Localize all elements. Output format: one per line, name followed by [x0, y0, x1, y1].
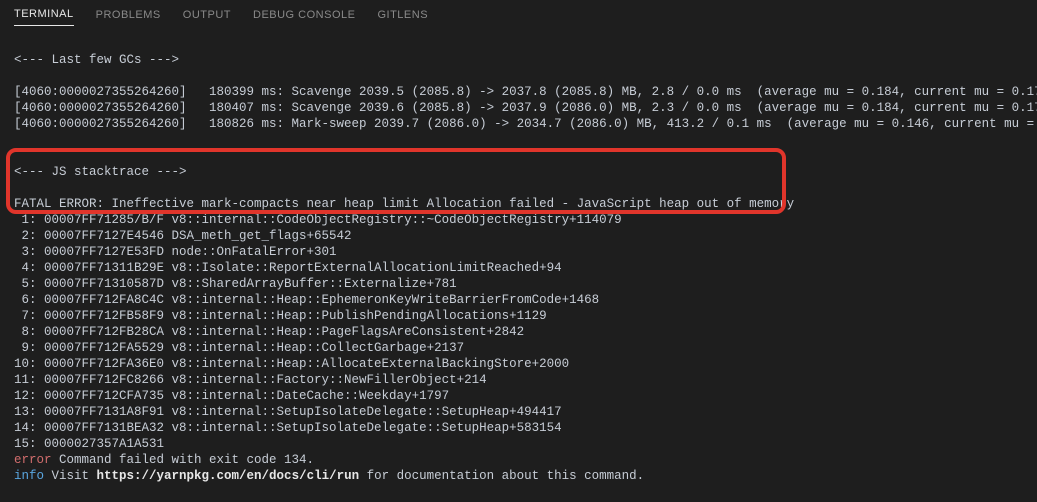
- gc-header: <--- Last few GCs --->: [14, 53, 179, 67]
- gc-line: [4060:0000027355264260] 180399 ms: Scave…: [14, 85, 1037, 99]
- error-label: error: [14, 453, 52, 467]
- gc-line: [4060:0000027355264260] 180407 ms: Scave…: [14, 101, 1037, 115]
- tab-output[interactable]: OUTPUT: [183, 3, 231, 26]
- stack-frame: 15: 0000027357A1A531: [14, 437, 164, 451]
- stack-frame: 10: 00007FF712FA36E0 v8::internal::Heap:…: [14, 357, 569, 371]
- stack-frame: 3: 00007FF7127E53FD node::OnFatalError+3…: [14, 245, 337, 259]
- stack-frame: 14: 00007FF7131BEA32 v8::internal::Setup…: [14, 421, 562, 435]
- tab-problems[interactable]: PROBLEMS: [96, 3, 161, 26]
- error-message: Command failed with exit code 134.: [52, 453, 315, 467]
- tab-debug-console[interactable]: DEBUG CONSOLE: [253, 3, 355, 26]
- tab-terminal[interactable]: TERMINAL: [14, 2, 74, 26]
- info-label: info: [14, 469, 44, 483]
- gc-line: [4060:0000027355264260] 180826 ms: Mark-…: [14, 117, 1037, 131]
- stack-frame: 13: 00007FF7131A8F91 v8::internal::Setup…: [14, 405, 562, 419]
- info-text: Visit: [44, 469, 97, 483]
- info-line: info Visit https://yarnpkg.com/en/docs/c…: [14, 469, 644, 483]
- stack-frame: 2: 00007FF7127E4546 DSA_meth_get_flags+6…: [14, 229, 352, 243]
- stack-frame: 6: 00007FF712FA8C4C v8::internal::Heap::…: [14, 293, 599, 307]
- stack-frame: 12: 00007FF712CFA735 v8::internal::DateC…: [14, 389, 449, 403]
- stack-frame: 4: 00007FF71311B29E v8::Isolate::ReportE…: [14, 261, 562, 275]
- stack-frame: 11: 00007FF712FC8266 v8::internal::Facto…: [14, 373, 487, 387]
- stack-frame: 7: 00007FF712FB58F9 v8::internal::Heap::…: [14, 309, 547, 323]
- terminal-output[interactable]: <--- Last few GCs ---> [4060:00000273552…: [0, 28, 1037, 492]
- stack-frame: 9: 00007FF712FA5529 v8::internal::Heap::…: [14, 341, 464, 355]
- panel-tabbar: TERMINAL PROBLEMS OUTPUT DEBUG CONSOLE G…: [0, 0, 1037, 28]
- fatal-error-line: FATAL ERROR: Ineffective mark-compacts n…: [14, 197, 794, 211]
- stack-frame: 1: 00007FF71285/B/F v8::internal::CodeOb…: [14, 213, 622, 227]
- stacktrace-header: <--- JS stacktrace --->: [14, 165, 187, 179]
- stack-frame: 8: 00007FF712FB28CA v8::internal::Heap::…: [14, 325, 524, 339]
- error-line: error Command failed with exit code 134.: [14, 453, 314, 467]
- info-url: https://yarnpkg.com/en/docs/cli/run: [97, 469, 360, 483]
- tab-gitlens[interactable]: GITLENS: [377, 3, 428, 26]
- info-text: for documentation about this command.: [359, 469, 644, 483]
- stack-frame: 5: 00007FF71310587D v8::SharedArrayBuffe…: [14, 277, 457, 291]
